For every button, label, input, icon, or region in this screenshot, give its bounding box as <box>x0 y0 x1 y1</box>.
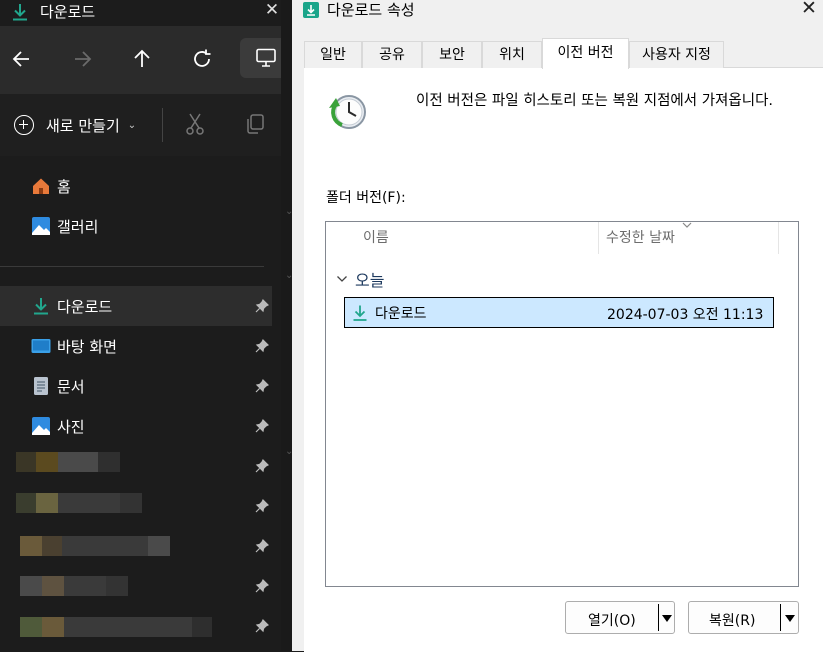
file-explorer-window: 다운로드 ✕ 새로 만들기 ⌄ ⌄ ⌄ ⌄ 홈 갤러리 다운로드 바탕 화면 문… <box>0 0 292 651</box>
plus-circle-icon <box>14 115 34 135</box>
sidebar-item-downloads[interactable]: 다운로드 <box>0 286 272 326</box>
document-icon <box>34 377 48 395</box>
column-separator[interactable] <box>598 222 599 254</box>
new-button-label: 새로 만들기 <box>46 116 120 135</box>
pictures-icon <box>32 417 50 435</box>
sidebar-item-home[interactable]: 홈 <box>0 166 272 206</box>
explorer-tab-title[interactable]: 다운로드 <box>40 1 95 22</box>
chevron-down-icon: ⌄ <box>285 270 292 281</box>
sidebar-item-label: 홈 <box>57 178 71 196</box>
folder-versions-label: 폴더 버전(F): <box>326 190 406 206</box>
tab-general[interactable]: 일반 <box>304 41 362 68</box>
sort-chevron-icon <box>682 222 692 228</box>
redacted-item[interactable] <box>20 536 170 556</box>
download-folder-icon <box>303 2 319 18</box>
sidebar-item-pictures[interactable]: 사진 <box>0 406 272 446</box>
pin-icon[interactable] <box>255 339 269 353</box>
redacted-item[interactable] <box>16 452 120 472</box>
split-separator <box>780 604 781 631</box>
folder-versions-list[interactable]: 이름 수정한 날짜 오늘 다운로드 2024-07-03 오전 11:13 <box>325 221 799 587</box>
column-header-name[interactable]: 이름 <box>363 222 389 254</box>
redacted-item[interactable] <box>16 493 142 513</box>
open-split-button[interactable]: 열기(O) <box>565 601 675 634</box>
open-button-label: 열기(O) <box>588 613 636 629</box>
sidebar-item-documents[interactable]: 문서 <box>0 366 272 406</box>
tab-location[interactable]: 위치 <box>482 41 542 68</box>
previous-versions-description: 이전 버전은 파일 히스토리 또는 복원 지점에서 가져옵니다. <box>416 93 774 109</box>
pin-icon[interactable] <box>255 579 269 593</box>
sidebar-item-label: 문서 <box>57 378 85 396</box>
forward-arrow-icon[interactable] <box>69 46 95 72</box>
pin-icon[interactable] <box>255 379 269 393</box>
download-icon <box>353 305 367 321</box>
pin-icon[interactable] <box>255 459 269 473</box>
copy-icon[interactable] <box>244 112 266 136</box>
pin-icon[interactable] <box>255 419 269 433</box>
list-item[interactable]: 다운로드 2024-07-03 오전 11:13 <box>344 297 774 328</box>
pin-icon[interactable] <box>255 619 269 633</box>
sidebar-item-label: 다운로드 <box>57 298 113 316</box>
chevron-down-icon: ⌄ <box>127 119 137 131</box>
chevron-down-icon: ⌄ <box>285 446 292 457</box>
sidebar-divider <box>0 266 264 267</box>
properties-dialog: 다운로드 속성 ✕ 일반 공유 보안 위치 이전 버전 사용자 지정 이전 버전… <box>292 0 823 652</box>
gallery-icon <box>32 217 50 235</box>
explorer-tab-bar: 다운로드 ✕ <box>0 0 292 26</box>
back-arrow-icon[interactable] <box>9 46 35 72</box>
tab-customize[interactable]: 사용자 지정 <box>629 41 724 68</box>
monitor-icon <box>256 48 276 67</box>
command-bar: 새로 만들기 ⌄ <box>0 94 292 156</box>
chevron-down-icon[interactable] <box>336 274 348 284</box>
tab-previous-versions[interactable]: 이전 버전 <box>542 38 629 69</box>
pin-icon[interactable] <box>255 499 269 513</box>
dropdown-arrow-icon[interactable] <box>662 615 672 622</box>
dropdown-arrow-icon[interactable] <box>785 615 795 622</box>
desktop-icon <box>31 339 51 353</box>
tab-sharing[interactable]: 공유 <box>362 41 422 68</box>
command-separator <box>162 108 163 142</box>
chevron-down-icon: ⌄ <box>285 206 292 217</box>
dialog-title: 다운로드 속성 <box>327 1 415 19</box>
pin-icon[interactable] <box>255 299 269 313</box>
pin-icon[interactable] <box>255 539 269 553</box>
group-header-today[interactable]: 오늘 <box>355 267 384 291</box>
tab-security[interactable]: 보안 <box>422 41 482 68</box>
clock-restore-icon <box>329 95 366 129</box>
close-tab-icon[interactable]: ✕ <box>262 0 282 22</box>
column-header-modified[interactable]: 수정한 날짜 <box>606 222 675 254</box>
column-separator[interactable] <box>778 222 779 254</box>
sidebar-item-desktop[interactable]: 바탕 화면 <box>0 326 272 366</box>
redacted-item[interactable] <box>20 617 212 637</box>
home-icon <box>33 178 49 194</box>
download-icon <box>34 298 48 315</box>
restore-split-button[interactable]: 복원(R) <box>688 601 799 634</box>
sidebar-item-gallery[interactable]: 갤러리 <box>0 206 272 246</box>
up-arrow-icon[interactable] <box>129 46 155 72</box>
version-name: 다운로드 <box>375 306 427 322</box>
redacted-item[interactable] <box>20 576 128 596</box>
version-date: 2024-07-03 오전 11:13 <box>607 307 764 323</box>
new-button[interactable]: 새로 만들기 ⌄ <box>14 112 136 138</box>
sidebar-item-label: 바탕 화면 <box>57 338 117 356</box>
split-separator <box>658 604 659 631</box>
explorer-right-edge <box>281 0 292 651</box>
close-icon[interactable]: ✕ <box>801 0 817 19</box>
sidebar-item-label: 사진 <box>57 418 85 436</box>
cut-icon[interactable] <box>184 112 206 136</box>
explorer-nav-bar <box>0 26 292 94</box>
sidebar-item-label: 갤러리 <box>57 218 99 236</box>
restore-button-label: 복원(R) <box>709 613 756 629</box>
download-icon <box>13 4 27 21</box>
refresh-icon[interactable] <box>189 46 215 72</box>
